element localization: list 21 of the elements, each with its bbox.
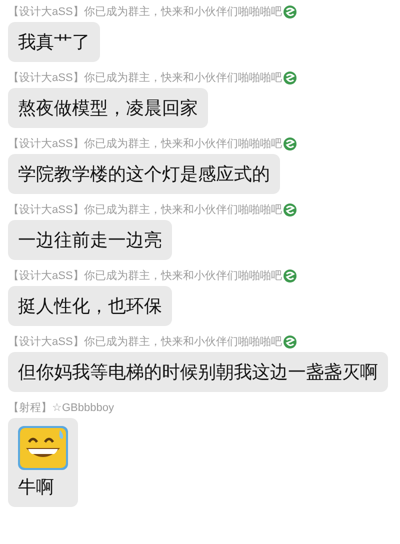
message-text: 牛啊 (18, 476, 54, 499)
sender-name: 你已成为群主，快来和小伙伴们啪啪啪吧 (84, 4, 282, 20)
sender-name: 你已成为群主，快来和小伙伴们啪啪啪吧 (84, 268, 282, 284)
sender-name: 你已成为群主，快来和小伙伴们啪啪啪吧 (84, 70, 282, 86)
member-title: 【设计大aSS】 (8, 268, 84, 284)
member-title: 【设计大aSS】 (8, 202, 84, 218)
message-text: 熬夜做模型，凌晨回家 (18, 97, 198, 120)
sender-name: 你已成为群主，快来和小伙伴们啪啪啪吧 (84, 136, 282, 152)
message-text: 但你妈我等电梯的时候别朝我这边一盏盏灭啊 (18, 361, 378, 384)
message-text: 挺人性化，也环保 (18, 295, 162, 318)
member-title: 【设计大aSS】 (8, 70, 84, 86)
member-title: 【设计大aSS】 (8, 4, 84, 20)
sender-name: 你已成为群主，快来和小伙伴们啪啪啪吧 (84, 334, 282, 350)
sender-name: ☆GBbbbboy (52, 400, 114, 416)
sender-name: 你已成为群主，快来和小伙伴们啪啪啪吧 (84, 202, 282, 218)
member-title: 【射程】 (8, 400, 52, 416)
message-text: 学院教学楼的这个灯是感应式的 (18, 163, 270, 186)
member-title: 【设计大aSS】 (8, 334, 84, 350)
member-title: 【设计大aSS】 (8, 136, 84, 152)
message-text: 我真艹了 (18, 31, 90, 54)
message-text: 一边往前走一边亮 (18, 229, 162, 252)
